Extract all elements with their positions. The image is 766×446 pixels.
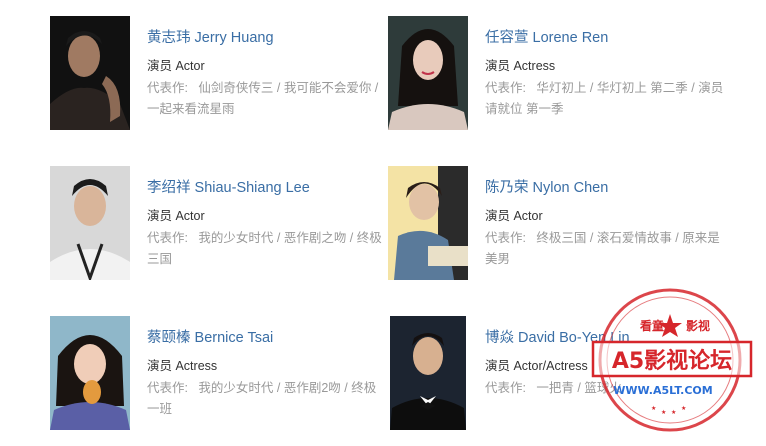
actor-name-link[interactable]: 蔡颐榛 Bernice Tsai: [147, 326, 273, 347]
works-label: 代表作:: [485, 81, 526, 95]
actor-photo[interactable]: [50, 316, 130, 430]
actor-works: 代表作: 华灯初上 / 华灯初上 第二季 / 演员请就位 第一季: [485, 78, 725, 120]
actor-works: 代表作: 仙剑奇侠传三 / 我可能不会爱你 / 一起来看流星雨: [147, 78, 387, 120]
actor-role: 演员 Actor: [485, 209, 543, 223]
cast-card: 陈乃荣 Nylon Chen 演员 Actor 代表作: 终极三国 / 滚石爱情…: [388, 166, 728, 286]
actor-name-link[interactable]: 李绍祥 Shiau-Shiang Lee: [147, 176, 310, 197]
actor-name-link[interactable]: 黄志玮 Jerry Huang: [147, 26, 274, 47]
actor-photo[interactable]: [390, 316, 466, 430]
actor-role: 演员 Actor: [147, 59, 205, 73]
works-label: 代表作:: [147, 81, 188, 95]
actor-role: 演员 Actor/Actress: [485, 359, 588, 373]
actor-works: 代表作: 我的少女时代 / 恶作剧2吻 / 终极一班: [147, 378, 387, 420]
actor-photo[interactable]: [50, 166, 130, 280]
cast-card: 李绍祥 Shiau-Shiang Lee 演员 Actor 代表作: 我的少女时…: [50, 166, 390, 286]
actor-role: 演员 Actor: [147, 209, 205, 223]
actor-name-link[interactable]: 任容萱 Lorene Ren: [485, 26, 608, 47]
actor-role: 演员 Actress: [147, 359, 218, 373]
actor-name-link[interactable]: 博焱 David Bo-Yen Lin: [485, 326, 630, 347]
works-label: 代表作:: [147, 381, 188, 395]
works-label: 代表作:: [485, 381, 526, 395]
works-list: 一把青 / 篮球火: [536, 381, 622, 395]
works-label: 代表作:: [147, 231, 188, 245]
actor-works: 代表作: 终极三国 / 滚石爱情故事 / 原来是美男: [485, 228, 725, 270]
actor-name-link[interactable]: 陈乃荣 Nylon Chen: [485, 176, 608, 197]
cast-card: 任容萱 Lorene Ren 演员 Actress 代表作: 华灯初上 / 华灯…: [388, 16, 728, 136]
cast-card: 博焱 David Bo-Yen Lin 演员 Actor/Actress 代表作…: [390, 316, 730, 436]
actor-works: 代表作: 一把青 / 篮球火: [485, 378, 725, 399]
works-label: 代表作:: [485, 231, 526, 245]
actor-role: 演员 Actress: [485, 59, 556, 73]
actor-photo[interactable]: [388, 166, 468, 280]
actor-photo[interactable]: [50, 16, 130, 130]
actor-photo[interactable]: [388, 16, 468, 130]
actor-works: 代表作: 我的少女时代 / 恶作剧之吻 / 终极三国: [147, 228, 387, 270]
cast-card: 蔡颐榛 Bernice Tsai 演员 Actress 代表作: 我的少女时代 …: [50, 316, 390, 436]
cast-card: 黄志玮 Jerry Huang 演员 Actor 代表作: 仙剑奇侠传三 / 我…: [50, 16, 390, 136]
